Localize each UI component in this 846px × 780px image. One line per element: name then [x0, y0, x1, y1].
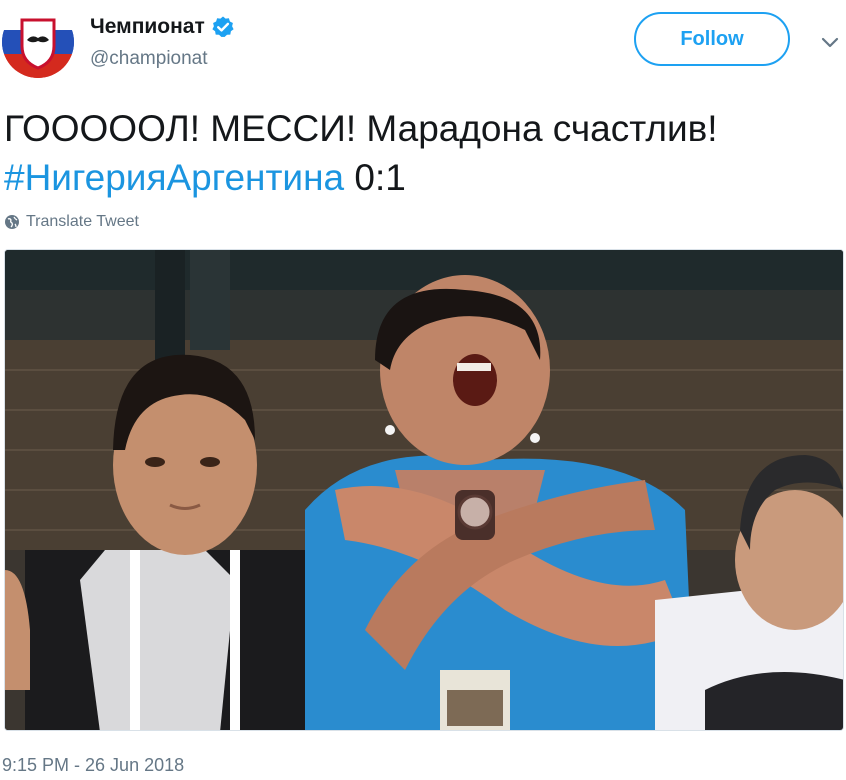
tweet-timestamp[interactable]: 9:15 PM - 26 Jun 2018: [2, 755, 184, 776]
verified-badge-icon: [212, 16, 234, 37]
hashtag-link[interactable]: #НигерияАргентина: [4, 157, 344, 198]
tweet-text-line-2: #НигерияАргентина 0:1: [4, 153, 834, 202]
globe-icon: [5, 215, 19, 229]
author-handle[interactable]: @championat: [90, 48, 208, 70]
display-name[interactable]: Чемпионат: [90, 15, 205, 39]
championat-logo-icon: [2, 6, 74, 78]
chevron-down-icon[interactable]: [818, 30, 842, 54]
tweet-text-line: ГОООООЛ! МЕССИ! Марадона счастлив!: [4, 108, 718, 149]
translate-label: Translate Tweet: [26, 213, 139, 230]
follow-button[interactable]: Follow: [634, 12, 790, 66]
avatar[interactable]: [2, 6, 74, 78]
tweet-text: ГОООООЛ! МЕССИ! Марадона счастлив! #Ниге…: [4, 104, 834, 202]
score-text: 0:1: [344, 157, 406, 198]
tweet-photo[interactable]: [4, 249, 844, 731]
photo-image: [5, 250, 843, 730]
translate-tweet-link[interactable]: Translate Tweet: [4, 210, 139, 234]
author-name-row[interactable]: Чемпионат: [90, 12, 235, 42]
